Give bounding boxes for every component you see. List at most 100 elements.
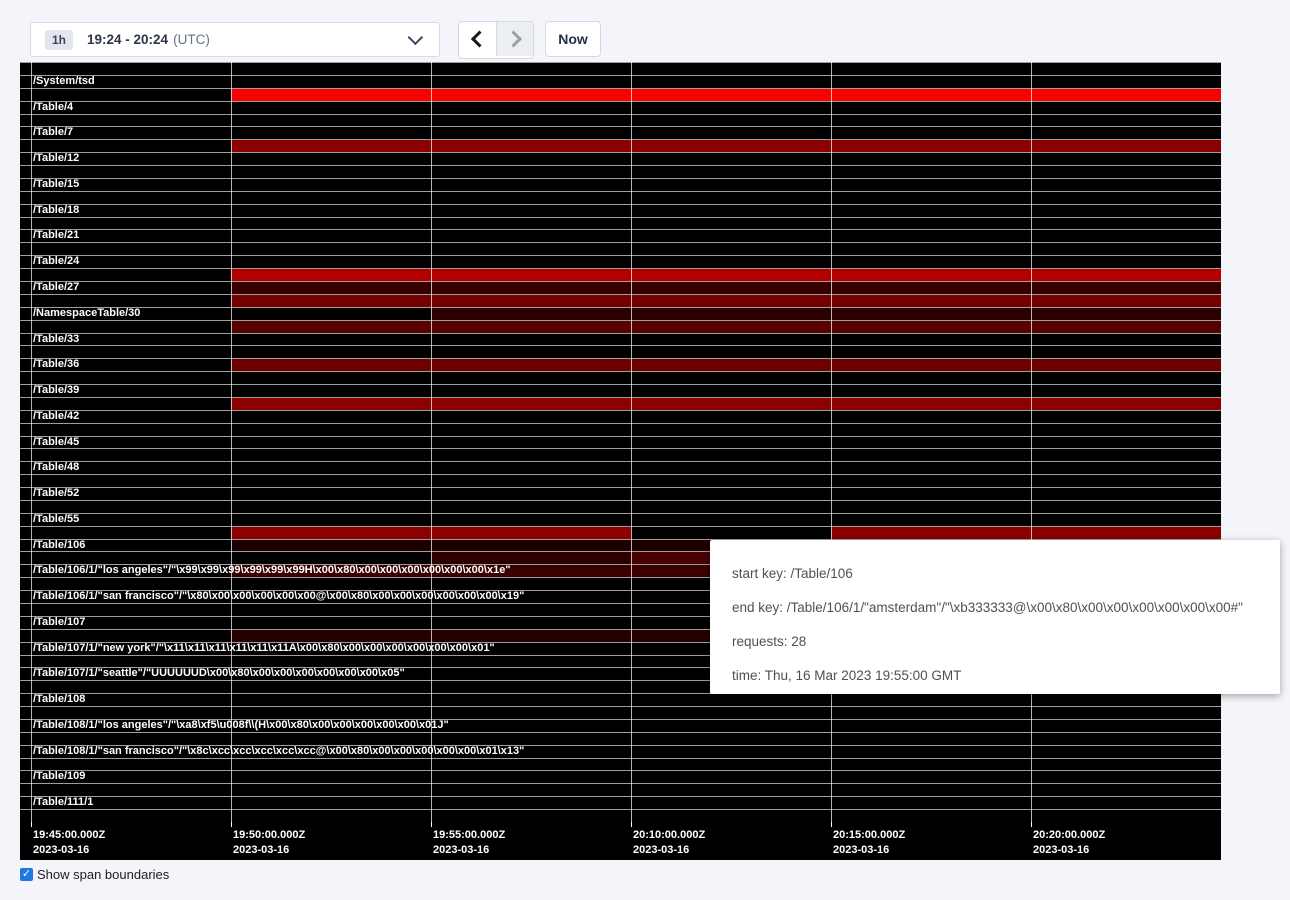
keyspan-label: /Table/107 (33, 616, 85, 629)
span-boundary-line (20, 204, 1221, 205)
heatmap-band[interactable] (231, 359, 1221, 371)
keyspan-label: /Table/24 (33, 255, 79, 268)
keyspan-label: /Table/48 (33, 461, 79, 474)
time-nav-group (458, 21, 534, 59)
now-button[interactable]: Now (545, 21, 601, 57)
axis-tick (831, 822, 832, 827)
span-boundary-line (20, 114, 1221, 115)
span-boundary-line (20, 448, 1221, 449)
span-boundary-line (20, 62, 1221, 63)
axis-tick-label: 20:15:00.000Z2023-03-16 (833, 828, 905, 858)
span-boundary-line (20, 371, 1221, 372)
span-boundary-line (20, 191, 1221, 192)
heatmap-band[interactable] (231, 295, 1221, 307)
heatmap-band[interactable] (431, 552, 631, 564)
span-boundary-line (20, 268, 1221, 269)
span-boundary-line (20, 758, 1221, 759)
span-boundary-line (20, 410, 1221, 411)
time-gridline (1031, 62, 1032, 822)
keyspan-label: /Table/55 (33, 513, 79, 526)
keyspan-label: /Table/4 (33, 101, 73, 114)
axis-tick-label: 19:50:00.000Z2023-03-16 (233, 828, 305, 858)
show-span-boundaries-checkbox[interactable]: ✓ (20, 868, 33, 881)
heatmap-band[interactable] (231, 398, 1221, 410)
span-boundary-line (20, 242, 1221, 243)
time-gridline (431, 62, 432, 822)
tooltip-time: time: Thu, 16 Mar 2023 19:55:00 GMT (732, 666, 1258, 686)
span-boundary-line (20, 487, 1221, 488)
heatmap-band[interactable] (231, 321, 1221, 333)
heatmap-band[interactable] (231, 89, 1221, 101)
key-visualizer-heatmap[interactable]: /System/tsd/Table/4/Table/7/Table/12/Tab… (20, 62, 1221, 860)
time-gridline (231, 62, 232, 822)
span-boundary-line (20, 255, 1221, 256)
tooltip-end-key: end key: /Table/106/1/"amsterdam"/"\xb33… (732, 598, 1258, 618)
span-boundary-line (20, 178, 1221, 179)
next-interval-button[interactable] (496, 22, 533, 56)
span-boundary-line (20, 732, 1221, 733)
span-boundary-line (20, 101, 1221, 102)
show-span-boundaries-label: Show span boundaries (37, 867, 169, 882)
keyspan-label: /Table/21 (33, 229, 79, 242)
span-boundary-line (20, 770, 1221, 771)
span-boundary-line (20, 229, 1221, 230)
axis-tick (431, 822, 432, 827)
span-boundary-line (20, 139, 1221, 140)
span-boundary-line (20, 307, 1221, 308)
heatmap-band[interactable] (831, 527, 1221, 539)
span-boundary-line (20, 500, 1221, 501)
keyspan-label: /Table/111/1 (33, 796, 93, 809)
chevron-left-icon (470, 31, 487, 48)
heatmap-band[interactable] (231, 282, 1221, 294)
keyspan-label: /Table/108/1/"los angeles"/"\xa8\xf5\u00… (33, 719, 449, 732)
span-boundary-line (20, 345, 1221, 346)
keyspan-label: /Table/7 (33, 126, 73, 139)
keyspan-label: /Table/18 (33, 204, 79, 217)
chevron-right-icon (505, 31, 522, 48)
span-boundary-line (20, 526, 1221, 527)
keyspan-label: /Table/39 (33, 384, 79, 397)
keyspan-label: /Table/27 (33, 281, 79, 294)
heatmap-band[interactable] (231, 140, 1221, 152)
span-boundary-line (20, 436, 1221, 437)
time-range-dropdown[interactable]: 1h 19:24 - 20:24 (UTC) (30, 22, 440, 57)
span-boundary-line (20, 796, 1221, 797)
keyspan-label: /Table/15 (33, 178, 79, 191)
heatmap-band[interactable] (231, 269, 1221, 281)
span-boundary-line (20, 513, 1221, 514)
time-gridline (31, 62, 32, 822)
chevron-down-icon (408, 30, 424, 46)
span-boundary-line (20, 75, 1221, 76)
heatmap-band[interactable] (431, 308, 1221, 320)
axis-tick-label: 19:55:00.000Z2023-03-16 (433, 828, 505, 858)
keyspan-label: /Table/106/1/"san francisco"/"\x80\x00\x… (33, 590, 524, 603)
axis-tick (631, 822, 632, 827)
span-boundary-line (20, 461, 1221, 462)
heatmap-tooltip: start key: /Table/106 end key: /Table/10… (710, 540, 1280, 694)
span-boundary-line (20, 165, 1221, 166)
span-boundary-line (20, 152, 1221, 153)
time-gridline (831, 62, 832, 822)
time-range-badge: 1h (45, 30, 73, 50)
span-boundary-line (20, 358, 1221, 359)
span-boundary-line (20, 333, 1221, 334)
toolbar: 1h 19:24 - 20:24 (UTC) Now (0, 0, 1290, 62)
keyspan-label: /Table/52 (33, 487, 79, 500)
keyspan-label: /System/tsd (33, 75, 95, 88)
keyspan-label: /Table/106/1/"los angeles"/"\x99\x99\x99… (33, 564, 511, 577)
keyspan-label: /Table/45 (33, 436, 79, 449)
span-boundary-line (20, 706, 1221, 707)
axis-tick (1031, 822, 1032, 827)
span-boundary-line (20, 423, 1221, 424)
keyspan-label: /Table/12 (33, 152, 79, 165)
span-boundary-line (20, 474, 1221, 475)
keyspan-label: /Table/108 (33, 693, 85, 706)
heatmap-plot[interactable]: /System/tsd/Table/4/Table/7/Table/12/Tab… (20, 62, 1221, 822)
axis-tick (231, 822, 232, 827)
keyspan-label: /NamespaceTable/30 (33, 307, 140, 320)
prev-interval-button[interactable] (459, 22, 496, 56)
keyspan-label: /Table/108/1/"san francisco"/"\x8c\xcc\x… (33, 745, 524, 758)
span-boundary-line (20, 294, 1221, 295)
tooltip-start-key: start key: /Table/106 (732, 564, 1258, 584)
time-range-timezone: (UTC) (173, 32, 210, 47)
